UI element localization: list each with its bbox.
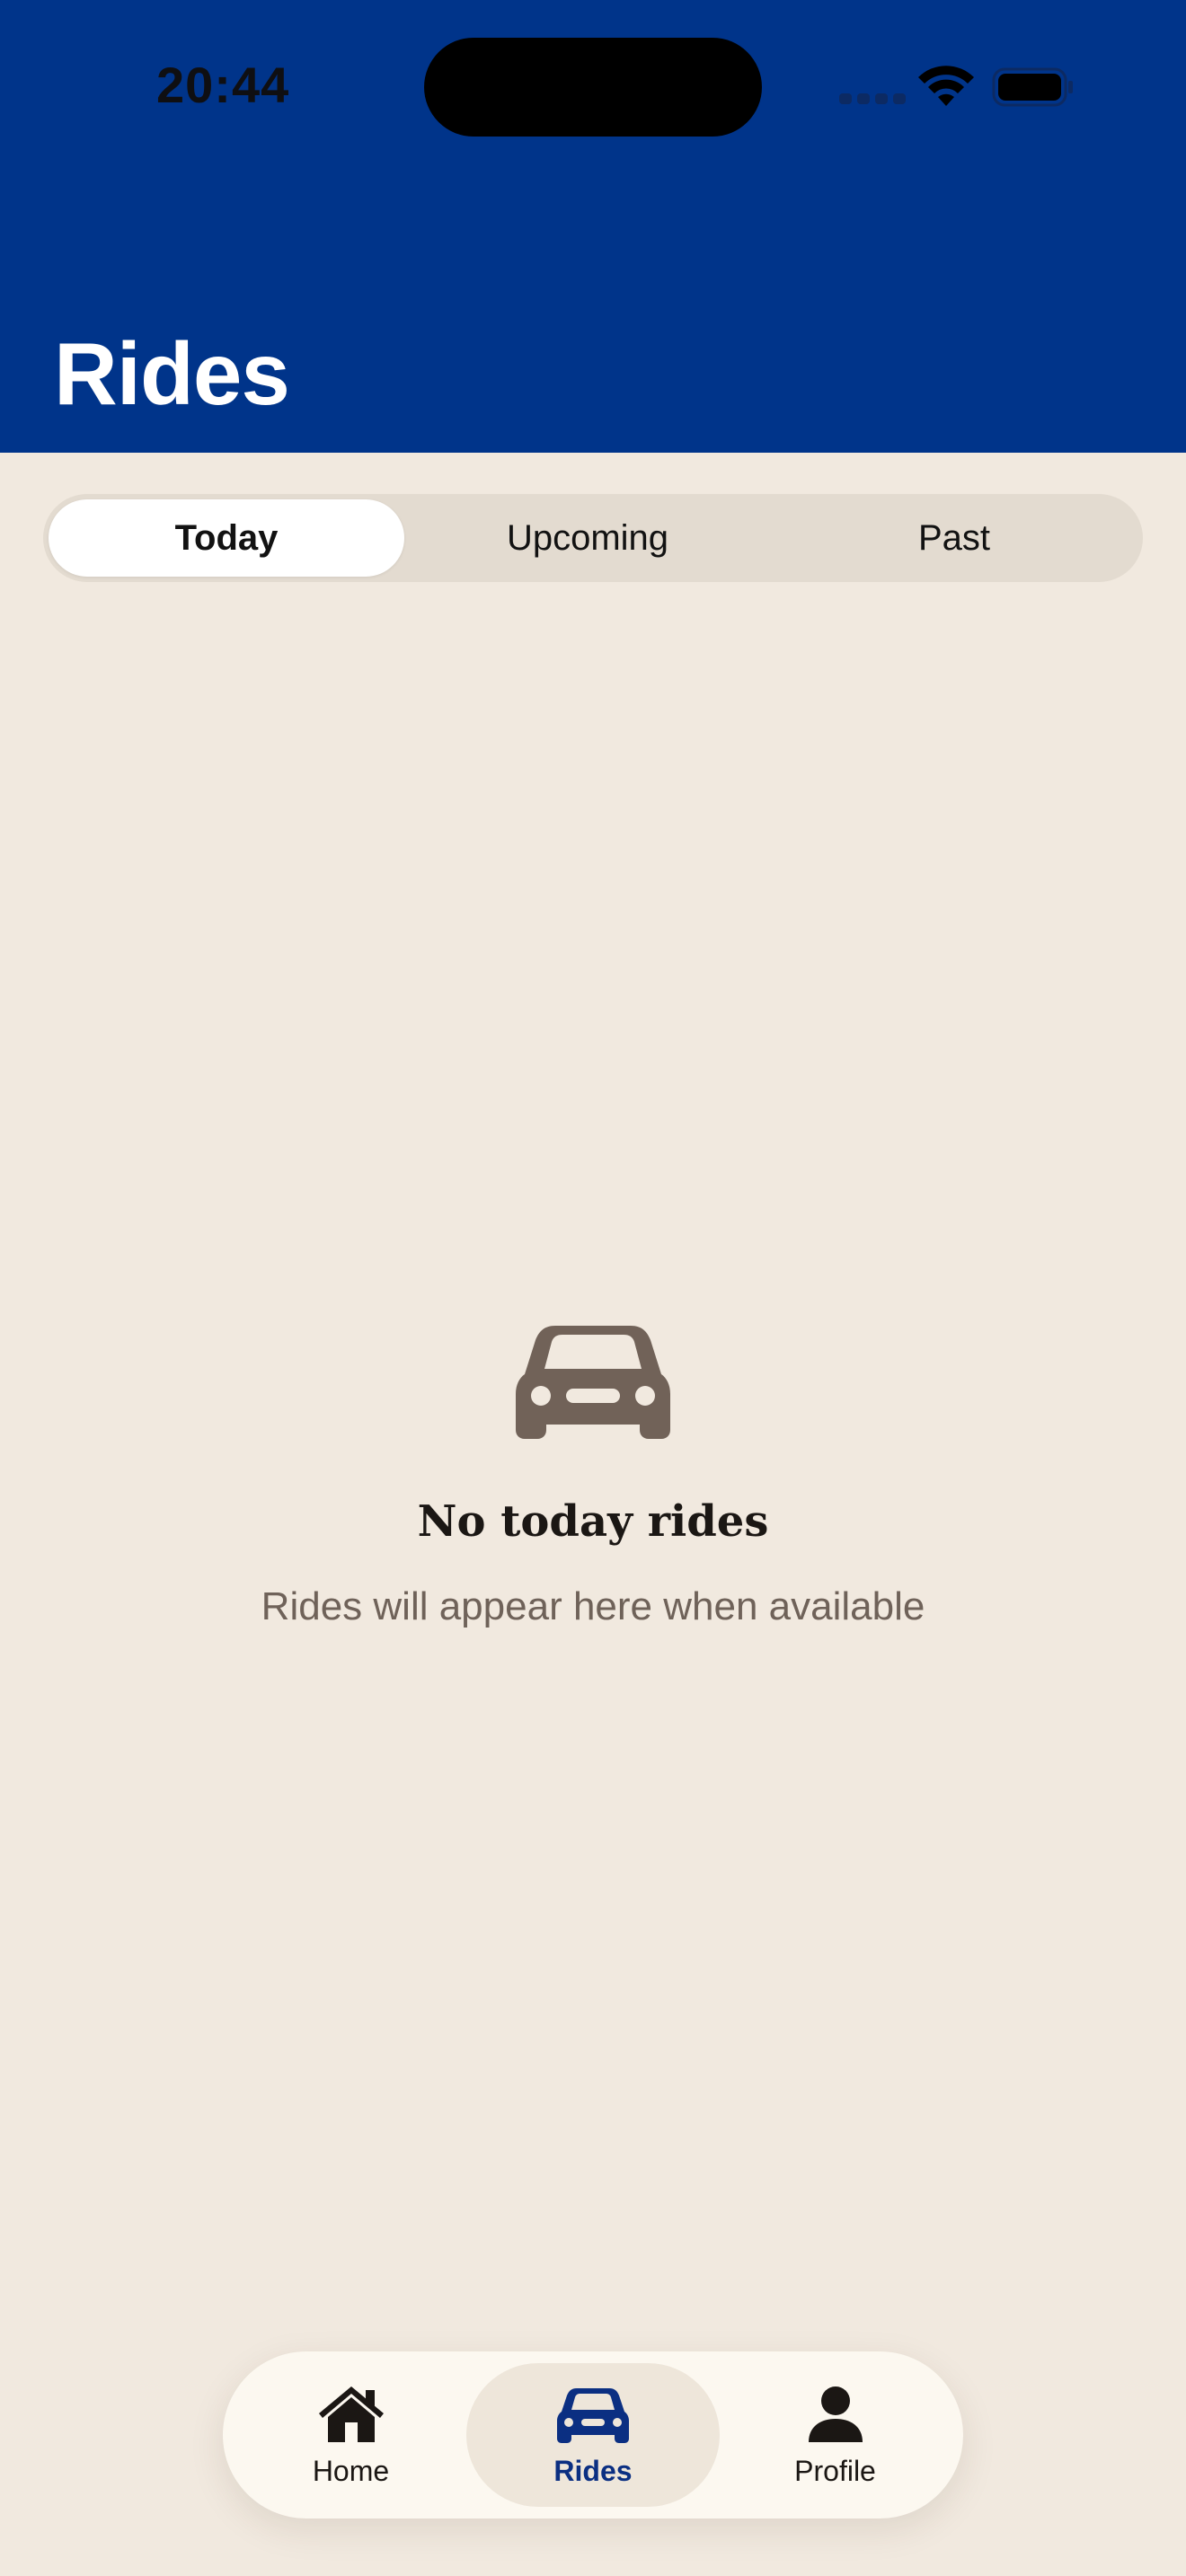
tab-home-label: Home <box>312 2454 390 2487</box>
home-icon <box>318 2386 384 2442</box>
cellular-signal-icon <box>839 93 906 104</box>
tab-bar: Home Rides Profile <box>223 2351 963 2519</box>
car-icon <box>516 1326 670 1439</box>
page-title: Rides <box>54 324 290 423</box>
tab-profile[interactable]: Profile <box>720 2363 951 2507</box>
tab-profile-label: Profile <box>794 2454 876 2487</box>
empty-state-subtitle: Rides will appear here when available <box>261 1584 925 1628</box>
wifi-icon <box>918 66 974 106</box>
empty-state: No today rides Rides will appear here wh… <box>0 1320 1186 1629</box>
tab-rides-label: Rides <box>553 2454 633 2487</box>
dynamic-island <box>424 38 762 137</box>
header: 20:44 Rides <box>0 0 1186 453</box>
segment-past[interactable]: Past <box>771 499 1137 577</box>
person-icon <box>808 2386 863 2442</box>
tab-home[interactable]: Home <box>235 2363 466 2507</box>
tab-rides[interactable]: Rides <box>466 2363 720 2507</box>
segment-upcoming[interactable]: Upcoming <box>404 499 771 577</box>
battery-icon <box>992 67 1073 107</box>
segment-today[interactable]: Today <box>49 499 404 577</box>
empty-state-title: No today rides <box>417 1496 769 1547</box>
car-icon <box>557 2387 629 2443</box>
status-time: 20:44 <box>156 57 290 113</box>
rides-filter-segmented-control: Today Upcoming Past <box>43 494 1143 582</box>
